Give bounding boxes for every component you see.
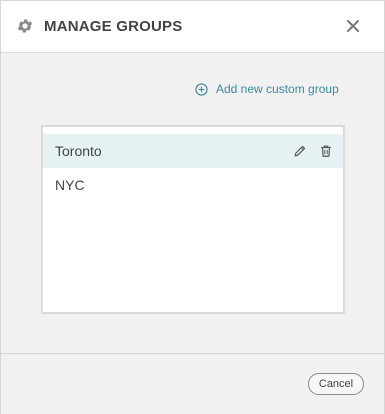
pencil-icon[interactable] — [293, 144, 307, 158]
dialog-title: MANAGE GROUPS — [44, 18, 183, 35]
dialog-header: MANAGE GROUPS — [1, 1, 384, 53]
add-custom-group-label: Add new custom group — [216, 82, 339, 96]
manage-groups-dialog: MANAGE GROUPS Add new custom group Toron… — [0, 0, 385, 414]
gear-icon — [16, 17, 34, 35]
row-actions — [293, 134, 333, 168]
group-row-nyc[interactable]: NYC — [43, 168, 343, 202]
dialog-footer: Cancel — [1, 353, 384, 414]
cancel-button[interactable]: Cancel — [308, 373, 364, 395]
add-custom-group-link[interactable]: Add new custom group — [195, 81, 339, 97]
close-icon[interactable] — [345, 18, 361, 34]
groups-list: Toronto NYC — [41, 125, 345, 314]
group-name: NYC — [55, 177, 85, 193]
group-row-toronto[interactable]: Toronto — [43, 134, 343, 168]
trash-icon[interactable] — [319, 144, 333, 158]
group-name: Toronto — [55, 143, 102, 159]
plus-circle-icon — [195, 82, 208, 96]
